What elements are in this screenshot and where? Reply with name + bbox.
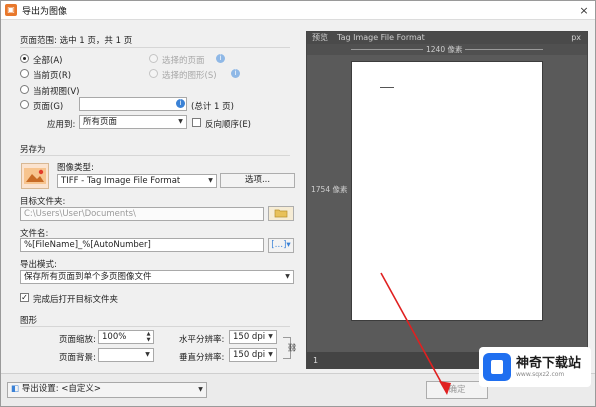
spinner-icon[interactable]: ▲ ▼ (144, 331, 153, 343)
export-mode-select[interactable]: 保存所有页面到单个多页图像文件 ▼ (20, 270, 294, 284)
chevron-down-icon: ▼ (145, 351, 150, 358)
export-mode-value: 保存所有页面到单个多页图像文件 (24, 272, 152, 282)
h-resolution-label: 水平分辨率: (179, 335, 225, 345)
preview-format-title: Tag Image File Format (337, 33, 425, 42)
browse-folder-button[interactable] (268, 206, 294, 221)
h-resolution-select[interactable]: 150 dpi ▼ (229, 330, 277, 344)
v-resolution-value: 150 dpi (233, 350, 266, 360)
radio-current-page[interactable] (20, 69, 29, 78)
image-type-icon (21, 163, 49, 189)
reverse-order-label: 反向顺序(E) (205, 120, 252, 130)
image-type-value: TIFF - Tag Image File Format (61, 176, 181, 186)
chevron-down-icon: ▼ (268, 333, 273, 340)
v-resolution-select[interactable]: 150 dpi ▼ (229, 348, 277, 362)
watermark: 神奇下载站 www.sqxz2.com (479, 347, 591, 387)
export-settings-select[interactable]: ◧ 导出设置: <自定义> ▼ (7, 382, 207, 398)
radio-pages-label: 页面(G) (33, 102, 64, 112)
radio-current-view[interactable] (20, 85, 29, 94)
export-image-dialog: ▣ 导出为图像 × 页面范围: 选中 1 页，共 1 页 全部(A) 选择的页面… (0, 0, 596, 407)
page-background-label: 页面背景: (59, 353, 96, 363)
target-folder-input[interactable]: C:\Users\User\Documents\ (20, 207, 264, 221)
h-resolution-value: 150 dpi (233, 332, 266, 342)
macro-icon: […]▾ (271, 240, 291, 250)
page-zoom-label: 页面缩放: (59, 335, 96, 345)
pages-total: (总计 1 页) (191, 102, 234, 112)
file-name-input[interactable]: %[FileName]_%[AutoNumber] (20, 238, 264, 252)
chevron-down-icon: ▼ (285, 273, 290, 280)
page-number: 1 (313, 356, 319, 365)
image-type-label: 图像类型: (57, 163, 94, 173)
radio-current-page-label: 当前页(R) (33, 71, 72, 81)
radio-pages[interactable] (20, 100, 29, 109)
reverse-order-checkbox[interactable] (192, 118, 201, 127)
page-zoom-stepper[interactable]: 100% ▲ ▼ (98, 330, 154, 344)
watermark-title: 神奇下载站 (516, 355, 582, 371)
radio-all[interactable] (20, 54, 29, 63)
chevron-down-icon: ▼ (178, 118, 183, 125)
preview-unit: px (571, 33, 581, 42)
picture-icon (24, 168, 46, 184)
watermark-text: 神奇下载站 www.sqxz2.com (516, 356, 581, 379)
page-content-mark (380, 87, 394, 88)
width-label: 1240 像素 (423, 44, 466, 55)
export-settings-value: 导出设置: <自定义> (21, 384, 102, 394)
target-folder-label: 目标文件夹: (20, 197, 66, 207)
app-icon: ▣ (5, 4, 17, 16)
radio-all-label: 全部(A) (33, 56, 63, 66)
apply-to-select[interactable]: 所有页面 ▼ (79, 115, 187, 129)
file-name-macro-button[interactable]: […]▾ (268, 238, 294, 253)
open-folder-label: 完成后打开目标文件夹 (33, 295, 119, 305)
export-mode-label: 导出模式: (20, 260, 57, 270)
radio-current-view-label: 当前视图(V) (33, 87, 80, 97)
page-range-header: 页面范围: 选中 1 页，共 1 页 (20, 36, 133, 46)
settings-icon: ◧ (11, 384, 22, 394)
radio-selected-graphics[interactable] (149, 69, 158, 78)
title-bar: ▣ 导出为图像 × (1, 1, 595, 20)
v-resolution-label: 垂直分辨率: (179, 353, 225, 363)
chain-link-icon[interactable]: ⛓ (287, 343, 297, 352)
divider (20, 326, 290, 327)
preview-panel: 预览 Tag Image File Format px 1240 像素 1754… (306, 31, 588, 369)
chevron-down-icon: ▼ (268, 351, 273, 358)
radio-selected-pages-label: 选择的页面 (162, 56, 205, 66)
width-ruler: 1240 像素 (307, 44, 587, 55)
apply-to-value: 所有页面 (83, 117, 118, 127)
preview-header: 预览 Tag Image File Format px (307, 32, 587, 44)
height-label: 1754 像素 (311, 185, 348, 194)
info-icon: i (176, 99, 185, 108)
window-title: 导出为图像 (22, 6, 68, 17)
preview-page (351, 61, 543, 321)
watermark-logo-icon (483, 353, 511, 381)
folder-icon (274, 209, 288, 218)
open-folder-checkbox[interactable]: ✓ (20, 293, 29, 302)
options-button[interactable]: 选项... (220, 173, 295, 188)
divider (20, 155, 290, 156)
pages-input[interactable] (79, 97, 187, 111)
page-zoom-value: 100% (102, 332, 127, 342)
chevron-down-icon: ▼ (198, 386, 203, 393)
info-icon: i (216, 54, 225, 63)
graphics-header: 图形 (20, 316, 38, 326)
page-background-picker[interactable]: ▼ (98, 348, 154, 362)
preview-header-label: 预览 (312, 33, 328, 42)
radio-selected-pages[interactable] (149, 54, 158, 63)
save-as-header: 另存为 (20, 145, 46, 155)
apply-to-label: 应用到: (47, 120, 76, 130)
image-type-select[interactable]: TIFF - Tag Image File Format ▼ (57, 174, 217, 188)
close-icon[interactable]: × (577, 3, 591, 17)
radio-selected-graphics-label: 选择的图形(S) (162, 71, 217, 81)
info-icon: i (231, 69, 240, 78)
watermark-url: www.sqxz2.com (516, 370, 565, 378)
divider (20, 47, 290, 48)
chevron-down-icon: ▼ (208, 177, 213, 184)
